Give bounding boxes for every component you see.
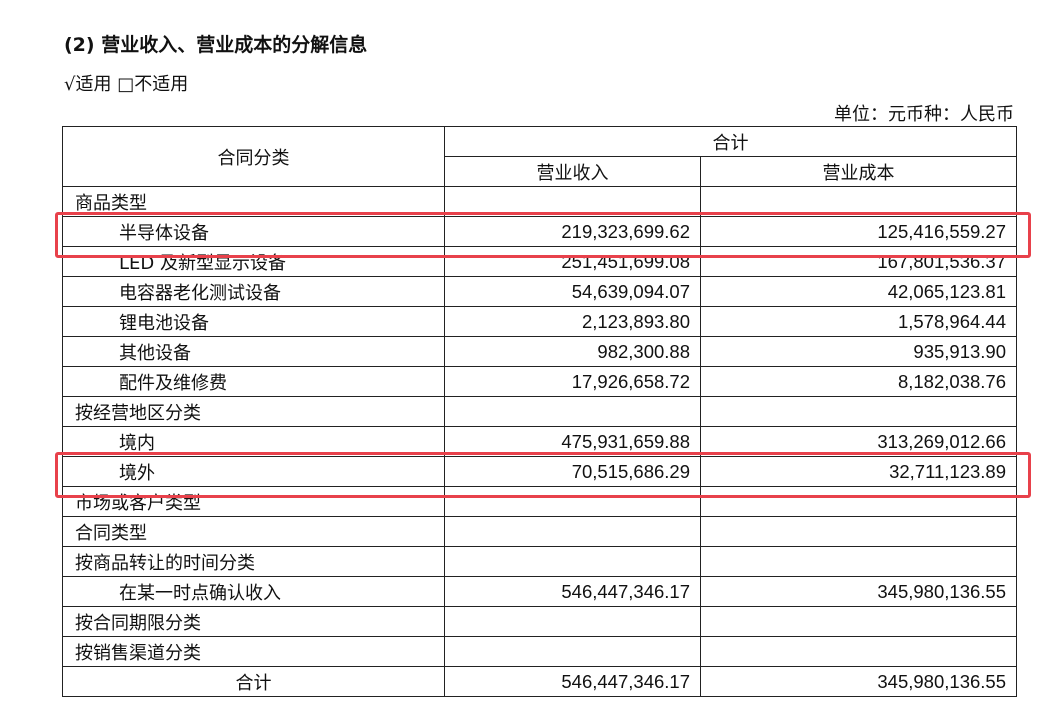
applicability-note: √适用 □不适用 [64, 74, 189, 95]
table-row: 按经营地区分类 [62, 396, 1017, 427]
table-row: 在某一时点确认收入 546,447,346.17 345,980,136.55 [62, 576, 1017, 607]
row-label: 市场或客户类型 [62, 486, 445, 517]
cost-cell: 345,980,136.55 [700, 576, 1017, 607]
table-row: 锂电池设备 2,123,893.80 1,578,964.44 [62, 306, 1017, 337]
revenue-cell: 2,123,893.80 [444, 306, 701, 337]
table-row: 境外 70,515,686.29 32,711,123.89 [62, 456, 1017, 487]
cost-cell: 32,711,123.89 [700, 456, 1017, 487]
revenue-cost-breakdown-table: 合同分类 合计 营业收入 营业成本 商品类型 半导体设备 219,323,699.6… [62, 126, 1017, 697]
cost-cell [700, 396, 1017, 427]
table-row: 按销售渠道分类 [62, 636, 1017, 667]
cost-cell: 345,980,136.55 [700, 666, 1017, 697]
cost-cell: 167,801,536.37 [700, 246, 1017, 277]
revenue-cell: 219,323,699.62 [444, 216, 701, 247]
cost-cell: 125,416,559.27 [700, 216, 1017, 247]
revenue-cell: 54,639,094.07 [444, 276, 701, 307]
row-label: 境外 [62, 456, 445, 487]
table-header-row-1: 合同分类 合计 [62, 126, 1017, 187]
cost-cell: 42,065,123.81 [700, 276, 1017, 307]
row-label: 按经营地区分类 [62, 396, 445, 427]
revenue-cell: 475,931,659.88 [444, 426, 701, 457]
row-label: 合同类型 [62, 516, 445, 547]
revenue-cell [444, 396, 701, 427]
table-row: 按合同期限分类 [62, 606, 1017, 637]
table-row: 按商品转让的时间分类 [62, 546, 1017, 577]
revenue-cell: 982,300.88 [444, 336, 701, 367]
table-row: 其他设备 982,300.88 935,913.90 [62, 336, 1017, 367]
row-label: 在某一时点确认收入 [62, 576, 445, 607]
row-label: 半导体设备 [62, 216, 445, 247]
row-label: 商品类型 [62, 186, 445, 217]
cost-cell: 313,269,012.66 [700, 426, 1017, 457]
table-row: 商品类型 [62, 186, 1017, 217]
revenue-cell: 70,515,686.29 [444, 456, 701, 487]
revenue-cell [444, 636, 701, 667]
cost-cell: 1,578,964.44 [700, 306, 1017, 337]
revenue-cell [444, 186, 701, 217]
section-heading: (2) 营业收入、营业成本的分解信息 [64, 34, 368, 56]
cost-cell [700, 486, 1017, 517]
row-label: 电容器老化测试设备 [62, 276, 445, 307]
cost-cell [700, 546, 1017, 577]
unit-currency-note: 单位：元币种：人民币 [834, 104, 1014, 125]
cost-cell [700, 606, 1017, 637]
header-revenue: 营业收入 [444, 156, 701, 187]
row-label: 按商品转让的时间分类 [62, 546, 445, 577]
table-row: 电容器老化测试设备 54,639,094.07 42,065,123.81 [62, 276, 1017, 307]
header-total: 合计 [444, 126, 1017, 157]
table-row: LED 及新型显示设备 251,451,699.08 167,801,536.37 [62, 246, 1017, 277]
revenue-cell: 546,447,346.17 [444, 576, 701, 607]
cost-cell: 8,182,038.76 [700, 366, 1017, 397]
revenue-cell [444, 516, 701, 547]
cost-cell [700, 186, 1017, 217]
table-row: 市场或客户类型 [62, 486, 1017, 517]
table-row: 配件及维修费 17,926,658.72 8,182,038.76 [62, 366, 1017, 397]
revenue-cell: 251,451,699.08 [444, 246, 701, 277]
row-label: 锂电池设备 [62, 306, 445, 337]
table-row: 境内 475,931,659.88 313,269,012.66 [62, 426, 1017, 457]
row-label: 按销售渠道分类 [62, 636, 445, 667]
row-label: 配件及维修费 [62, 366, 445, 397]
cost-cell [700, 636, 1017, 667]
row-label: 按合同期限分类 [62, 606, 445, 637]
header-cost: 营业成本 [700, 156, 1017, 187]
row-label: 其他设备 [62, 336, 445, 367]
row-label: 境内 [62, 426, 445, 457]
row-label: 合计 [62, 666, 445, 697]
row-label: LED 及新型显示设备 [62, 246, 445, 277]
cost-cell [700, 516, 1017, 547]
cost-cell: 935,913.90 [700, 336, 1017, 367]
revenue-cell [444, 606, 701, 637]
revenue-cell: 546,447,346.17 [444, 666, 701, 697]
revenue-cell [444, 486, 701, 517]
table-body: 商品类型 半导体设备 219,323,699.62 125,416,559.27 LED… [62, 186, 1017, 697]
header-contract-category: 合同分类 [62, 126, 445, 187]
table-row: 半导体设备 219,323,699.62 125,416,559.27 [62, 216, 1017, 247]
revenue-cell [444, 546, 701, 577]
revenue-cell: 17,926,658.72 [444, 366, 701, 397]
table-row: 合同类型 [62, 516, 1017, 547]
table-row: 合计 546,447,346.17 345,980,136.55 [62, 666, 1017, 697]
